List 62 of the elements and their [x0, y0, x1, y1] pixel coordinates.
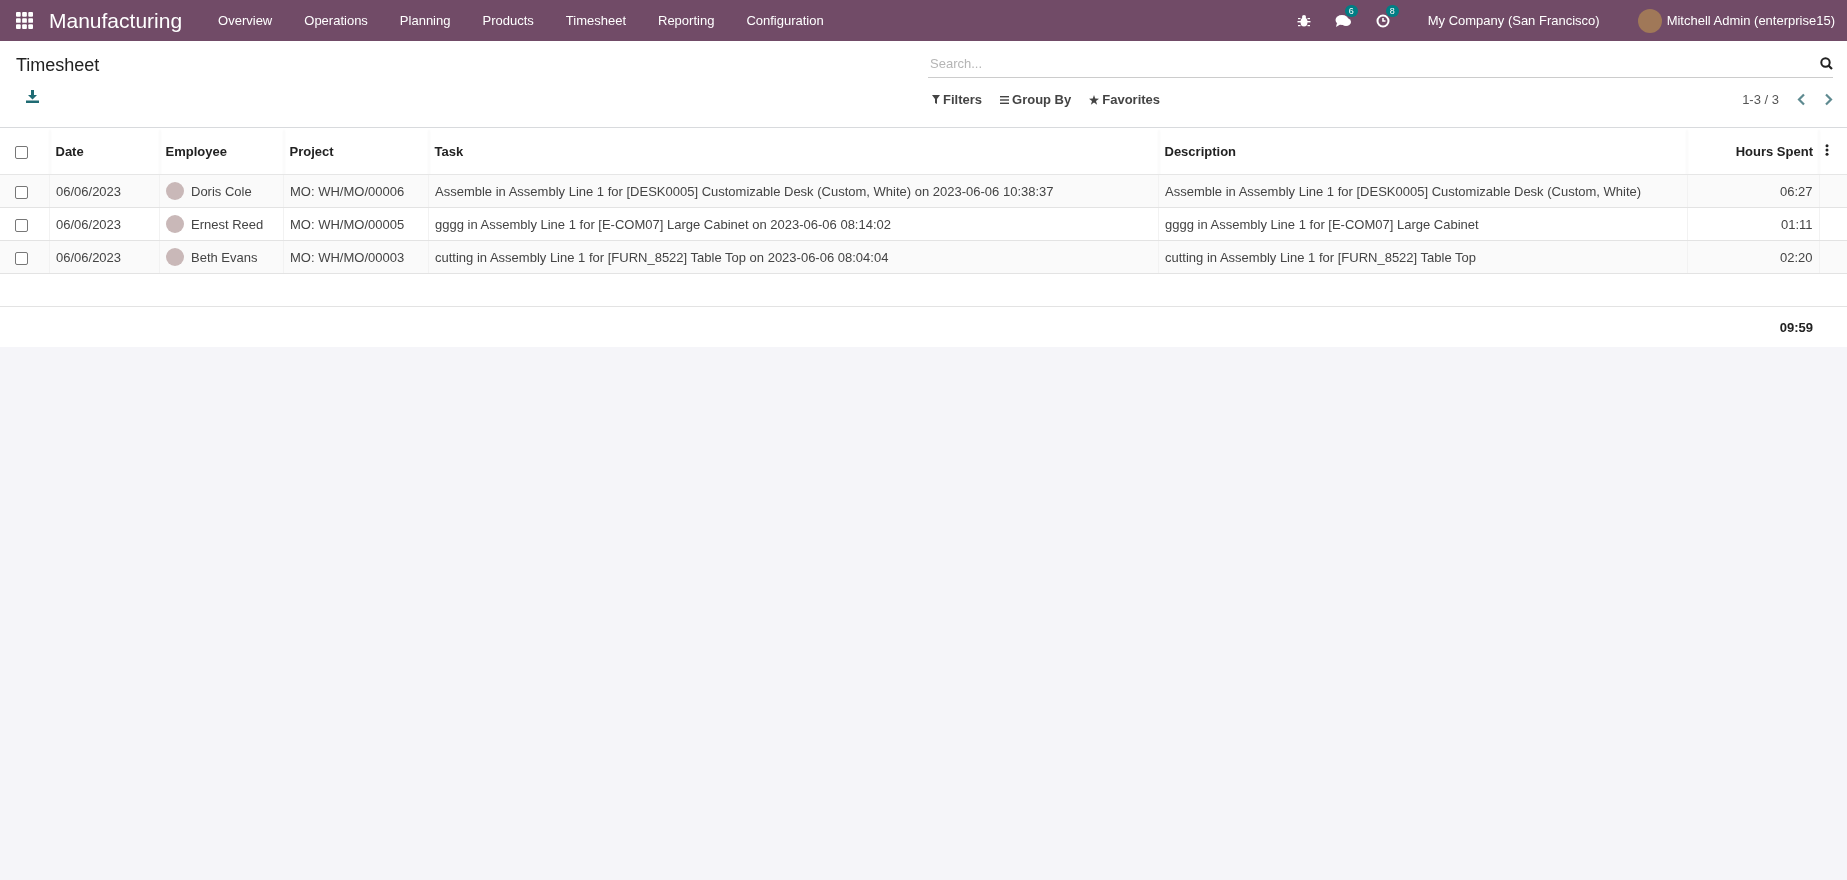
table-cell: 06/06/2023: [49, 207, 160, 241]
employee-avatar: [166, 248, 184, 266]
table-cell: MO: WH/MO/00003: [283, 240, 429, 274]
company-switcher[interactable]: My Company (San Francisco): [1427, 13, 1600, 28]
previous-icon[interactable]: [1797, 93, 1806, 106]
bug-icon[interactable]: [1296, 13, 1311, 28]
download-icon[interactable]: [26, 90, 39, 103]
search-field[interactable]: Search...: [928, 55, 1820, 71]
table-cell: Assemble in Assembly Line 1 for [DESK0005] Customizable Desk (Custom, White) on 2023-06-06 10:38:37: [428, 174, 1159, 208]
menu-item[interactable]: Timesheet: [549, 13, 642, 28]
star-icon: [1089, 94, 1100, 105]
filter-icon: [932, 95, 940, 104]
activity-count-badge: 8: [1385, 4, 1399, 17]
table-cell: MO: WH/MO/00005: [283, 207, 429, 241]
row-checkbox[interactable]: [15, 218, 28, 232]
employee-name: Ernest Reed: [191, 216, 264, 232]
total-hours: 09:59: [1687, 306, 1819, 347]
menu-item[interactable]: Products: [466, 13, 550, 28]
next-icon[interactable]: [1824, 93, 1833, 106]
table-cell: Assemble in Assembly Line 1 for [DESK0005] Customizable Desk (Custom, White): [1158, 174, 1687, 208]
employee-avatar: [166, 182, 184, 200]
menu-item[interactable]: Operations: [288, 13, 384, 28]
row-checkbox[interactable]: [15, 185, 28, 199]
app-grid-icon[interactable]: [16, 12, 33, 29]
table-cell: 06/06/2023: [49, 240, 160, 274]
menu-item[interactable]: Overview: [202, 13, 289, 28]
select-all-checkbox[interactable]: [15, 145, 28, 159]
more-options-icon[interactable]: [1825, 143, 1829, 156]
column-header[interactable]: Date: [49, 128, 160, 175]
column-header[interactable]: Description: [1158, 128, 1687, 175]
table-cell: gggg in Assembly Line 1 for [E-COM07] Large Cabinet: [1158, 207, 1687, 241]
column-header[interactable]: Project: [283, 128, 429, 175]
clock-icon[interactable]: [1375, 13, 1390, 28]
list-icon: [1000, 95, 1009, 104]
menu-item[interactable]: Planning: [383, 13, 467, 28]
table-cell: cutting in Assembly Line 1 for [FURN_8522] Table Top: [1158, 240, 1687, 274]
app-name[interactable]: Manufacturing: [49, 8, 183, 33]
column-header[interactable]: Task: [428, 128, 1159, 175]
chat-icon[interactable]: [1334, 13, 1352, 28]
search-icon[interactable]: [1820, 56, 1833, 70]
table-cell: 06:27: [1687, 174, 1819, 208]
group-by-button[interactable]: Group By: [996, 90, 1076, 109]
pager-value[interactable]: 1-3 / 3: [1742, 92, 1779, 107]
table-cell: gggg in Assembly Line 1 for [E-COM07] Large Cabinet on 2023-06-06 08:14:02: [428, 207, 1159, 241]
employee-name: Doris Cole: [191, 183, 252, 199]
table-cell: 02:20: [1687, 240, 1819, 274]
menu-item[interactable]: Reporting: [642, 13, 731, 28]
column-header[interactable]: Hours Spent: [1687, 128, 1819, 175]
page-title: Timesheet: [16, 55, 100, 76]
table-cell: cutting in Assembly Line 1 for [FURN_8522] Table Top on 2023-06-06 08:04:04: [428, 240, 1159, 274]
employee-name: Beth Evans: [191, 249, 258, 265]
table-cell: 01:11: [1687, 207, 1819, 241]
filters-button[interactable]: Filters: [928, 90, 986, 109]
menu-item[interactable]: Configuration: [730, 13, 840, 28]
column-header[interactable]: Employee: [159, 128, 284, 175]
table-cell: MO: WH/MO/00006: [283, 174, 429, 208]
favorites-button[interactable]: Favorites: [1085, 90, 1165, 109]
employee-avatar: [166, 215, 184, 233]
user-menu[interactable]: Mitchell Admin (enterprise15): [1666, 13, 1835, 28]
row-checkbox[interactable]: [15, 251, 28, 265]
message-count-badge: 6: [1344, 4, 1358, 17]
table-cell: 06/06/2023: [49, 174, 160, 208]
